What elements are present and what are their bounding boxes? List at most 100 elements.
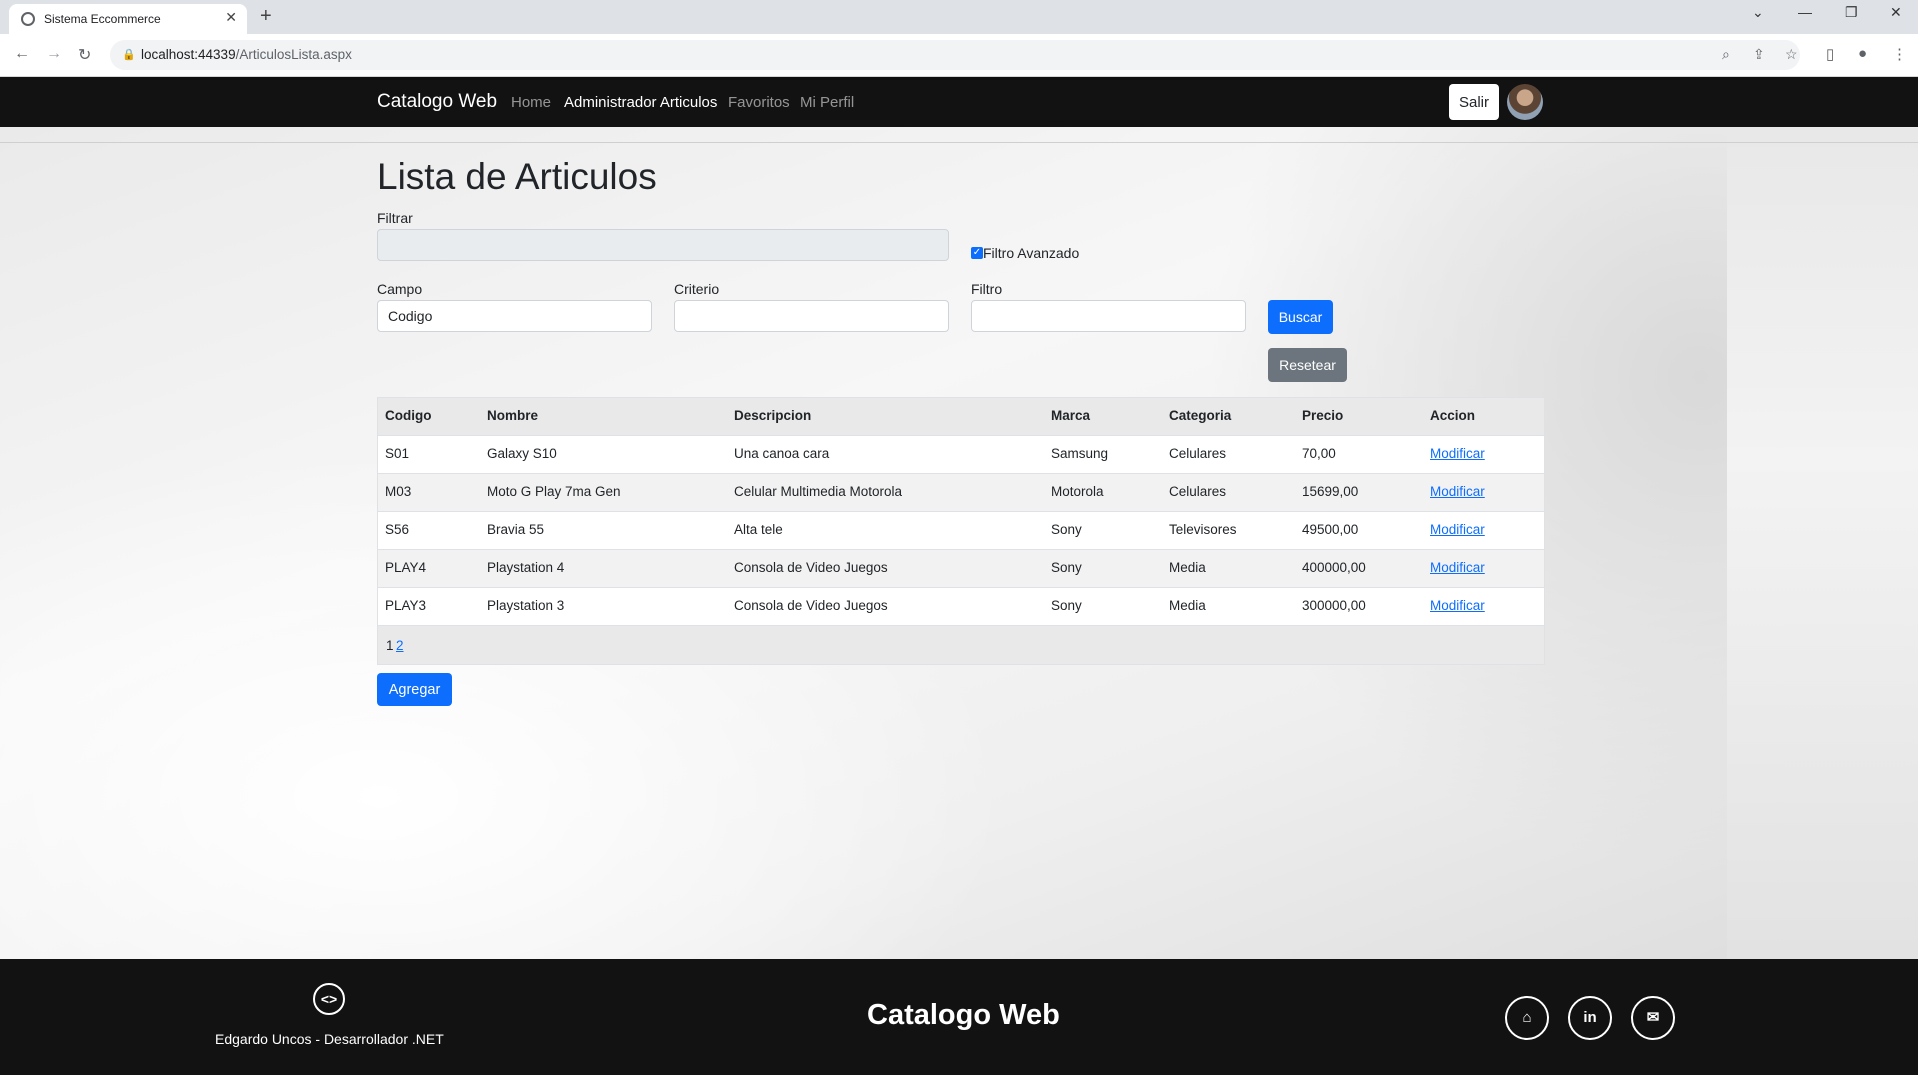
url-path: /ArticulosLista.aspx bbox=[235, 47, 352, 62]
footer-author: Edgardo Uncos - Desarrollador .NET bbox=[215, 1031, 444, 1047]
cell-precio: 15699,00 bbox=[1302, 484, 1359, 499]
cell-descripcion: Celular Multimedia Motorola bbox=[734, 484, 903, 499]
header-nombre: Nombre bbox=[487, 408, 539, 423]
cell-categoria: Media bbox=[1169, 560, 1206, 575]
filtro-label: Filtro bbox=[971, 281, 1003, 297]
reload-icon[interactable]: ↻ bbox=[78, 45, 91, 65]
cell-codigo: S01 bbox=[385, 446, 410, 461]
campo-label: Campo bbox=[377, 281, 423, 297]
header-codigo: Codigo bbox=[385, 408, 432, 423]
page-title: Lista de Articulos bbox=[377, 156, 657, 197]
criterio-select[interactable] bbox=[674, 300, 949, 332]
divider bbox=[0, 142, 1918, 143]
github-icon[interactable]: ⌂ bbox=[1505, 996, 1549, 1040]
advanced-filter-label: Filtro Avanzado bbox=[983, 245, 1080, 261]
browser-tabbar: Sistema Eccommerce ✕ + ⌄ — ❐ ✕ bbox=[0, 0, 1918, 34]
nav-home[interactable]: Home bbox=[511, 94, 551, 111]
table-row: S01 Galaxy S10 Una canoa cara Samsung Ce… bbox=[378, 436, 1544, 474]
filter-label: Filtrar bbox=[377, 210, 413, 226]
cell-categoria: Televisores bbox=[1169, 522, 1237, 537]
cell-codigo: M03 bbox=[385, 484, 412, 499]
filter-input[interactable] bbox=[377, 229, 949, 261]
zoom-icon[interactable]: ⌕ bbox=[1722, 46, 1730, 63]
cell-categoria: Celulares bbox=[1169, 484, 1227, 499]
cell-nombre: Playstation 4 bbox=[487, 560, 565, 575]
avatar[interactable] bbox=[1507, 84, 1543, 120]
site-footer: <> Edgardo Uncos - Desarrollador .NET Ca… bbox=[0, 959, 1918, 1075]
cell-precio: 300000,00 bbox=[1302, 598, 1366, 613]
browser-tab[interactable]: Sistema Eccommerce ✕ bbox=[9, 4, 247, 34]
modificar-link[interactable]: Modificar bbox=[1430, 446, 1485, 461]
cell-descripcion: Una canoa cara bbox=[734, 446, 830, 461]
star-icon[interactable]: ☆ bbox=[1785, 46, 1798, 63]
search-button[interactable]: Buscar bbox=[1268, 300, 1333, 334]
mail-icon[interactable]: ✉ bbox=[1631, 996, 1675, 1040]
side-panel-icon[interactable]: ▯ bbox=[1826, 45, 1834, 63]
cell-codigo: PLAY4 bbox=[385, 560, 427, 575]
table-row: PLAY3 Playstation 3 Consola de Video Jue… bbox=[378, 588, 1544, 626]
criterio-label: Criterio bbox=[674, 281, 720, 297]
table-header-row: Codigo Nombre Descripcion Marca Categori… bbox=[378, 398, 1544, 436]
cell-nombre: Galaxy S10 bbox=[487, 446, 557, 461]
nav-admin-articulos[interactable]: Administrador Articulos bbox=[564, 94, 717, 111]
back-icon[interactable]: ← bbox=[14, 45, 30, 63]
modificar-link[interactable]: Modificar bbox=[1430, 522, 1485, 537]
url-host: localhost:44339 bbox=[141, 47, 236, 62]
cell-descripcion: Consola de Video Juegos bbox=[734, 560, 888, 575]
cell-marca: Motorola bbox=[1051, 484, 1104, 499]
cell-precio: 400000,00 bbox=[1302, 560, 1366, 575]
nav-favoritos[interactable]: Favoritos bbox=[728, 94, 790, 111]
linkedin-icon[interactable]: in bbox=[1568, 996, 1612, 1040]
header-accion: Accion bbox=[1430, 408, 1476, 423]
address-bar: ← → ↻ 🔒 localhost:44339/ArticulosLista.a… bbox=[0, 34, 1918, 77]
advanced-filter-checkbox[interactable]: ✓ bbox=[971, 247, 983, 259]
nav-mi-perfil[interactable]: Mi Perfil bbox=[800, 94, 854, 111]
tab-search-icon[interactable]: ⌄ bbox=[1752, 4, 1764, 21]
cell-precio: 49500,00 bbox=[1302, 522, 1359, 537]
cell-nombre: Moto G Play 7ma Gen bbox=[487, 484, 621, 499]
cell-categoria: Media bbox=[1169, 598, 1206, 613]
articulos-table: Codigo Nombre Descripcion Marca Categori… bbox=[377, 397, 1545, 665]
background-strip bbox=[1727, 128, 1918, 959]
modificar-link[interactable]: Modificar bbox=[1430, 484, 1485, 499]
table-row: M03 Moto G Play 7ma Gen Celular Multimed… bbox=[378, 474, 1544, 512]
modificar-link[interactable]: Modificar bbox=[1430, 598, 1485, 613]
header-precio: Precio bbox=[1302, 408, 1344, 423]
cell-codigo: PLAY3 bbox=[385, 598, 427, 613]
close-icon[interactable]: ✕ bbox=[225, 9, 237, 26]
new-tab-icon[interactable]: + bbox=[260, 5, 272, 28]
header-categoria: Categoria bbox=[1169, 408, 1232, 423]
filtro-input[interactable] bbox=[971, 300, 1246, 332]
header-marca: Marca bbox=[1051, 408, 1091, 423]
add-button[interactable]: Agregar bbox=[377, 673, 452, 706]
cell-marca: Sony bbox=[1051, 560, 1082, 575]
modificar-link[interactable]: Modificar bbox=[1430, 560, 1485, 575]
cell-nombre: Playstation 3 bbox=[487, 598, 565, 613]
cell-descripcion: Alta tele bbox=[734, 522, 783, 537]
cell-nombre: Bravia 55 bbox=[487, 522, 545, 537]
cell-marca: Sony bbox=[1051, 598, 1082, 613]
code-logo-icon: <> bbox=[313, 983, 345, 1015]
logout-button[interactable]: Salir bbox=[1449, 84, 1499, 120]
globe-icon bbox=[21, 12, 35, 26]
share-icon[interactable]: ⇪ bbox=[1753, 46, 1765, 63]
reset-button[interactable]: Resetear bbox=[1268, 348, 1347, 382]
table-pager: 1 2 bbox=[378, 626, 1544, 664]
navbar-brand[interactable]: Catalogo Web bbox=[377, 91, 497, 113]
url-bar[interactable]: 🔒 localhost:44339/ArticulosLista.aspx ⌕ … bbox=[110, 40, 1800, 70]
restore-icon[interactable]: ❐ bbox=[1845, 4, 1858, 21]
pager-current-page: 1 bbox=[386, 638, 394, 653]
campo-select[interactable] bbox=[377, 300, 652, 332]
menu-icon[interactable]: ⋮ bbox=[1892, 45, 1907, 63]
pager-page-2[interactable]: 2 bbox=[396, 638, 404, 653]
minimize-icon[interactable]: — bbox=[1798, 4, 1812, 20]
site-navbar: Catalogo Web Home Administrador Articulo… bbox=[0, 77, 1918, 127]
lock-icon: 🔒 bbox=[122, 49, 136, 61]
footer-title: Catalogo Web bbox=[867, 999, 1060, 1031]
window-close-icon[interactable]: ✕ bbox=[1890, 4, 1902, 21]
table-row: PLAY4 Playstation 4 Consola de Video Jue… bbox=[378, 550, 1544, 588]
cell-precio: 70,00 bbox=[1302, 446, 1336, 461]
cell-codigo: S56 bbox=[385, 522, 410, 537]
profile-icon[interactable]: ● bbox=[1858, 45, 1867, 62]
forward-icon[interactable]: → bbox=[46, 45, 62, 63]
